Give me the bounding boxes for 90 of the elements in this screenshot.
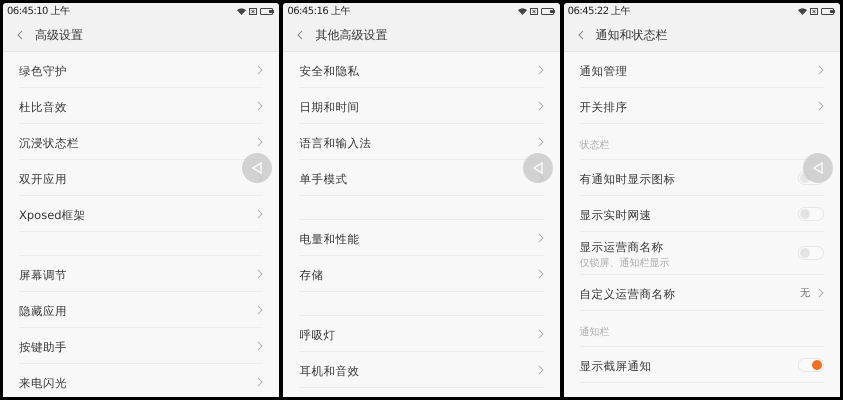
row-label: 语言和输入法 — [299, 136, 372, 150]
wifi-icon — [518, 8, 527, 14]
floating-ball-menu[interactable] — [522, 153, 553, 183]
chevron-icon — [538, 328, 544, 338]
settings-row[interactable]: 按键助手 — [19, 328, 264, 364]
wifi-icon — [237, 8, 246, 14]
back-icon[interactable] — [17, 30, 23, 40]
row-label: 按键助手 — [19, 340, 67, 354]
row-label: 日期和时间 — [299, 100, 360, 114]
back-triangle-icon — [810, 161, 825, 175]
settings-row[interactable]: 隐藏应用 — [19, 292, 264, 328]
settings-row[interactable]: 存储 — [299, 256, 544, 292]
row-label: 单手模式 — [299, 172, 348, 186]
page-title: 其他高级设置 — [315, 26, 388, 44]
section-header: 通知栏 — [580, 326, 610, 339]
notification-icon — [249, 8, 258, 14]
toggle-switch[interactable] — [798, 358, 824, 372]
row-label: 呼吸灯 — [299, 328, 336, 342]
row-label: 存储 — [299, 268, 324, 282]
page-title: 高级设置 — [35, 26, 83, 44]
floating-ball-menu[interactable] — [802, 153, 833, 183]
settings-row[interactable]: 安全和隐私 — [299, 52, 544, 88]
settings-row[interactable]: 耳机和音效 — [299, 352, 544, 388]
settings-row[interactable]: 显示截屏通知 — [580, 347, 824, 383]
row-label: 安全和隐私 — [299, 64, 360, 78]
settings-row[interactable]: 通知管理 — [580, 52, 824, 88]
battery-icon — [260, 8, 274, 14]
row-label: 显示实时网速 — [580, 208, 652, 222]
chevron-icon — [257, 64, 264, 74]
row-label: 沉浸状态栏 — [19, 136, 79, 150]
chevron-icon — [538, 268, 544, 278]
status-time: 06:45:10 上午 — [7, 4, 70, 18]
back-icon[interactable] — [297, 30, 304, 40]
settings-row[interactable]: 屏幕调节 — [19, 256, 264, 292]
notification-icon — [530, 8, 538, 14]
row-label: 杜比音效 — [19, 100, 67, 114]
chevron-icon — [257, 340, 264, 350]
chevron-icon — [257, 208, 264, 218]
back-triangle-icon — [250, 161, 264, 175]
row-label: 耳机和音效 — [299, 364, 360, 378]
settings-row[interactable]: 自定义运营商名称 无 — [580, 275, 824, 311]
chevron-icon — [818, 64, 824, 74]
chevron-icon — [538, 64, 544, 74]
chevron-icon — [257, 100, 264, 110]
row-label: 通知管理 — [580, 64, 628, 78]
status-time: 06:45:16 上午 — [287, 4, 350, 18]
row-label: 隐藏应用 — [19, 304, 67, 318]
row-label: 来电闪光 — [19, 376, 67, 390]
settings-row[interactable]: Xposed框架 — [19, 196, 264, 232]
floating-ball-menu[interactable] — [242, 153, 272, 183]
row-label: 自定义运营商名称 — [580, 287, 676, 301]
row-label: 屏幕调节 — [19, 268, 67, 282]
page-title: 通知和状态栏 — [596, 26, 668, 44]
chevron-icon — [538, 100, 544, 110]
settings-row[interactable]: 显示实时网速 — [580, 196, 824, 232]
row-value: 无 — [800, 286, 810, 300]
chevron-icon — [257, 376, 264, 386]
status-time: 06:45:22 上午 — [568, 4, 630, 18]
battery-icon — [820, 8, 835, 14]
row-label: 有通知时显示图标 — [580, 172, 676, 186]
row-label: 显示截屏通知 — [580, 359, 652, 373]
row-label: 绿色守护 — [19, 64, 67, 78]
wifi-icon — [798, 8, 807, 14]
chevron-icon — [538, 232, 544, 242]
back-triangle-icon — [530, 161, 545, 175]
settings-row[interactable]: 杜比音效 — [19, 88, 264, 124]
notification-icon — [810, 8, 818, 14]
row-label: 双开应用 — [19, 172, 67, 186]
settings-row[interactable]: 开关排序 — [580, 88, 824, 124]
chevron-icon — [257, 136, 264, 146]
row-label: 显示运营商名称 — [580, 240, 664, 254]
settings-row[interactable]: 来电闪光 — [19, 364, 264, 397]
chevron-icon — [538, 136, 544, 146]
settings-row[interactable]: 电量和性能 — [299, 220, 544, 256]
back-icon[interactable] — [578, 30, 584, 40]
settings-row[interactable]: 日期和时间 — [299, 88, 544, 124]
chevron-icon — [538, 364, 544, 374]
chevron-icon — [818, 100, 824, 110]
settings-row[interactable]: 呼吸灯 — [299, 316, 544, 352]
row-subtitle: 仅锁屏、通知栏显示 — [580, 256, 670, 270]
settings-row[interactable]: 显示运营商名称 仅锁屏、通知栏显示 — [580, 232, 824, 275]
row-label: Xposed框架 — [19, 208, 86, 222]
row-label: 电量和性能 — [299, 232, 360, 246]
settings-row[interactable]: 绿色守护 — [19, 52, 264, 88]
row-label: 开关排序 — [580, 100, 628, 114]
chevron-icon — [818, 288, 824, 298]
chevron-icon — [257, 268, 264, 278]
section-header: 状态栏 — [580, 138, 610, 152]
chevron-icon — [257, 304, 264, 314]
battery-icon — [540, 8, 555, 14]
